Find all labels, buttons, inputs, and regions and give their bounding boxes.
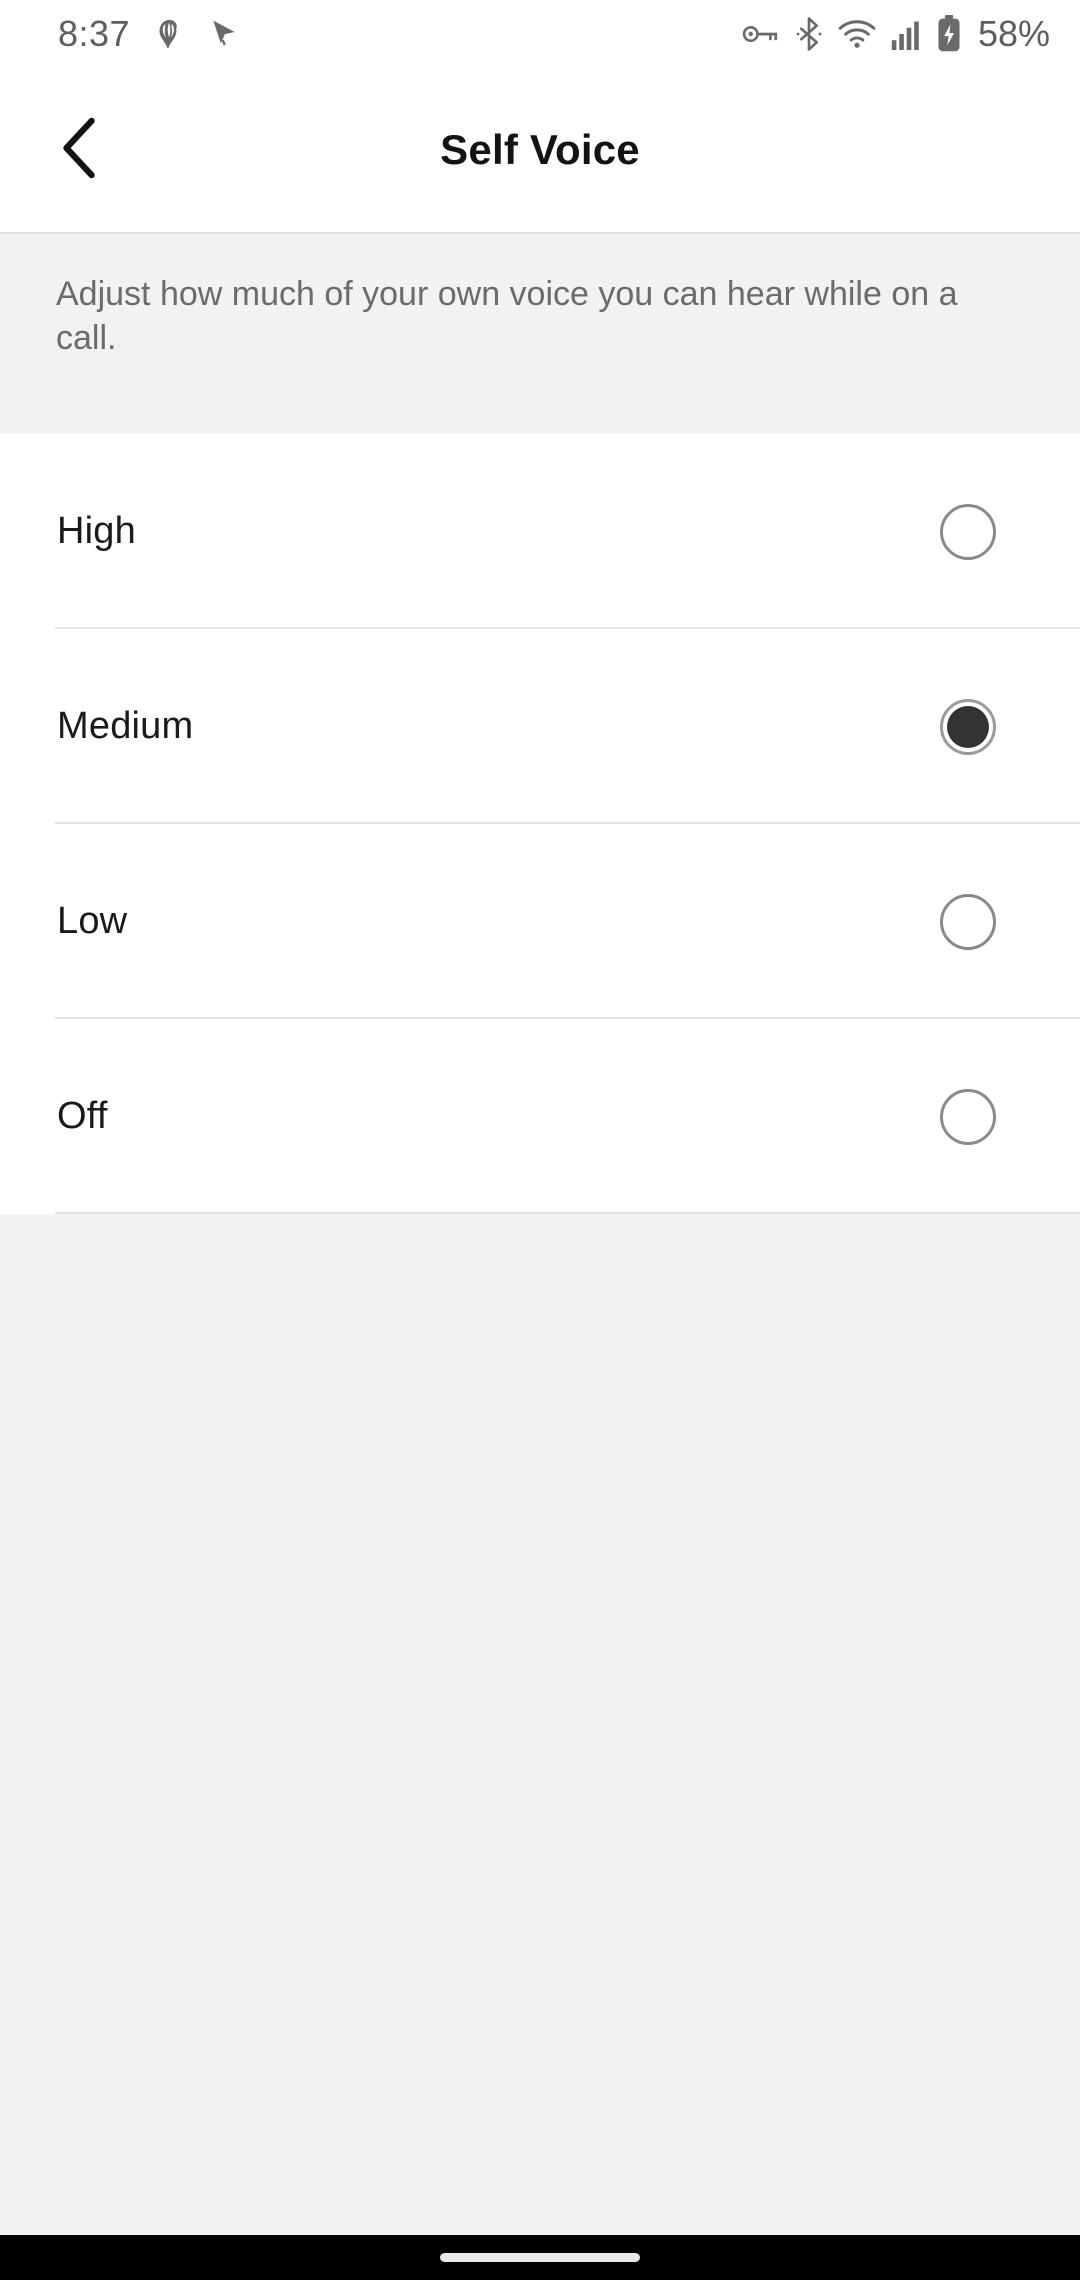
option-label: High — [57, 510, 136, 552]
phone-screen: 8:37 58% Self Voice Adjust how much of y… — [0, 0, 1080, 2280]
status-bar-left: 8:37 — [58, 13, 240, 55]
cellular-signal-icon — [890, 18, 922, 50]
page-title: Self Voice — [440, 126, 640, 173]
wifi-icon — [838, 19, 876, 49]
description-text: Adjust how much of your own voice you ca… — [56, 275, 958, 358]
chevron-left-icon — [58, 117, 102, 184]
radio-button-off[interactable] — [940, 1088, 996, 1145]
battery-percent-label: 58% — [977, 13, 1050, 54]
description-panel: Adjust how much of your own voice you ca… — [0, 236, 1080, 434]
radio-button-low[interactable] — [940, 893, 996, 950]
status-bar-right: 58% — [742, 13, 1050, 55]
option-row-low[interactable]: Low — [0, 824, 1080, 1019]
self-voice-option-list: High Medium Low Off — [0, 434, 1080, 1214]
option-row-off[interactable]: Off — [0, 1019, 1080, 1214]
status-bar: 8:37 58% — [0, 0, 1080, 68]
option-row-medium[interactable]: Medium — [0, 629, 1080, 824]
battery-charging-icon — [936, 15, 962, 53]
row-divider — [55, 1212, 1080, 1214]
system-navigation-bar — [0, 2235, 1080, 2280]
status-bar-clock: 8:37 — [58, 13, 131, 54]
radio-button-high[interactable] — [940, 503, 996, 560]
magisk-icon — [152, 17, 186, 51]
app-bar: Self Voice — [0, 68, 1080, 234]
back-button[interactable] — [42, 112, 118, 188]
radio-button-medium[interactable] — [940, 698, 996, 755]
bluetooth-icon — [794, 17, 824, 51]
option-row-high[interactable]: High — [0, 434, 1080, 629]
vpn-key-icon — [742, 19, 780, 49]
option-label: Low — [57, 900, 128, 942]
cursor-pointer-icon — [208, 17, 240, 51]
option-label: Off — [57, 1095, 108, 1137]
option-label: Medium — [57, 705, 194, 747]
home-indicator[interactable] — [440, 2253, 640, 2262]
